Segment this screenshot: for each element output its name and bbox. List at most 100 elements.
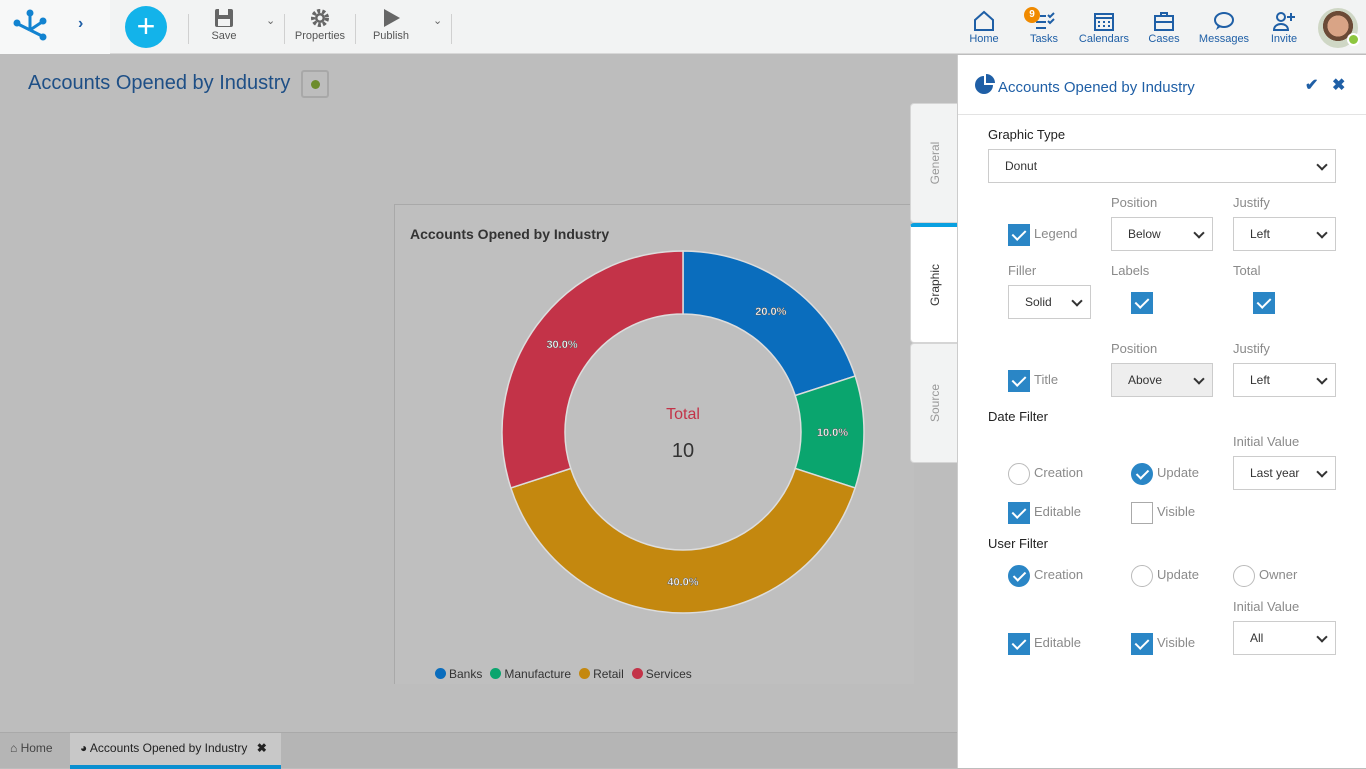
bottom-tab-bar: ⌂ Home ◕ Accounts Opened by Industry ✖ (0, 732, 957, 769)
user-visible-checkbox[interactable] (1131, 633, 1153, 655)
expand-chevron-icon[interactable]: › (78, 15, 83, 33)
slice-label: 30.0% (546, 339, 577, 351)
user-owner-label: Owner (1259, 567, 1298, 582)
donut-chart: 20.0% 10.0% 40.0% 30.0% (501, 250, 865, 614)
top-toolbar: › + Save ⌄ Properties Publish ⌄ Home Tas… (0, 0, 1366, 54)
slice-label: 40.0% (667, 577, 698, 589)
add-button[interactable]: + (125, 6, 167, 48)
total-checkbox[interactable] (1253, 292, 1275, 314)
date-update-radio[interactable] (1131, 463, 1153, 485)
graphic-type-label: Graphic Type (988, 127, 1066, 142)
nav-home[interactable]: Home (966, 10, 1002, 45)
legend-dot (631, 668, 643, 679)
close-tab-icon[interactable]: ✖ (257, 741, 267, 755)
close-icon[interactable]: ✖ (1332, 75, 1345, 95)
tab-source[interactable]: Source (910, 343, 958, 463)
user-update-label: Update (1157, 567, 1199, 582)
title-position-label: Position (1111, 341, 1158, 356)
slice-label: 10.0% (817, 427, 848, 439)
user-update-radio[interactable] (1131, 565, 1153, 587)
user-visible-label: Visible (1157, 635, 1196, 650)
center-total-label: Total (666, 406, 700, 423)
panel-header: Accounts Opened by Industry ✔ ✖ (958, 55, 1366, 115)
publish-dropdown-icon[interactable]: ⌄ (433, 14, 442, 27)
legend-label: Legend (1034, 226, 1078, 241)
date-editable-checkbox[interactable] (1008, 502, 1030, 524)
nav-invite[interactable]: Invite (1268, 10, 1300, 45)
total-label: Total (1233, 263, 1261, 278)
bottom-tab-current[interactable]: ◕ Accounts Opened by Industry ✖ (70, 733, 281, 769)
publish-button[interactable]: Publish (370, 8, 412, 42)
filler-select[interactable]: Solid (1008, 285, 1091, 319)
user-editable-label: Editable (1034, 635, 1081, 650)
date-creation-label: Creation (1034, 465, 1084, 480)
donut-slice-retail[interactable] (509, 467, 857, 614)
slice-label: 20.0% (755, 306, 786, 318)
user-filter-label: User Filter (988, 536, 1048, 551)
user-creation-label: Creation (1034, 567, 1084, 582)
logo-icon (13, 9, 47, 41)
legend-item[interactable]: Manufacture (490, 667, 571, 681)
filler-label: Filler (1008, 263, 1037, 278)
tasks-badge: 9 (1024, 7, 1040, 23)
date-initial-value-select[interactable]: Last year (1233, 456, 1336, 490)
legend-label: Banks (449, 667, 483, 681)
chat-icon (1214, 12, 1234, 30)
legend-justify-select[interactable]: Left (1233, 217, 1336, 251)
status-indicator[interactable] (301, 70, 329, 98)
legend-item[interactable]: Services (631, 667, 692, 681)
legend-dot (579, 668, 591, 679)
legend-checkbox[interactable] (1008, 224, 1030, 246)
center-total-value: 10 (671, 440, 695, 462)
panel-title: Accounts Opened by Industry (998, 79, 1195, 96)
date-update-label: Update (1157, 465, 1199, 480)
home-icon: ⌂ (10, 741, 18, 755)
chart-legend: Banks Manufacture Retail Services (435, 667, 692, 681)
briefcase-icon (1154, 12, 1174, 31)
user-editable-checkbox[interactable] (1008, 633, 1030, 655)
nav-cases[interactable]: Cases (1146, 10, 1182, 45)
pie-chart-icon: ◕ (80, 741, 88, 755)
legend-item[interactable]: Retail (579, 667, 624, 681)
tab-graphic[interactable]: Graphic (910, 223, 958, 343)
legend-label: Services (645, 667, 692, 681)
nav-messages[interactable]: Messages (1197, 10, 1251, 45)
save-dropdown-icon[interactable]: ⌄ (266, 14, 275, 27)
user-creation-radio[interactable] (1008, 565, 1030, 587)
date-editable-label: Editable (1034, 504, 1081, 519)
tab-general[interactable]: General (910, 103, 958, 223)
date-initial-value-label: Initial Value (1233, 434, 1300, 449)
calendar-icon (1094, 13, 1114, 31)
legend-label: Manufacture (504, 667, 572, 681)
date-filter-label: Date Filter (988, 409, 1048, 424)
legend-justify-label: Justify (1233, 195, 1270, 210)
invite-icon (1272, 12, 1295, 31)
title-position-select[interactable]: Above (1111, 363, 1213, 397)
legend-item[interactable]: Banks (435, 667, 482, 681)
confirm-check-icon[interactable]: ✔ (1305, 75, 1318, 95)
labels-checkbox[interactable] (1131, 292, 1153, 314)
graphic-type-select[interactable]: Donut (988, 149, 1336, 183)
properties-button[interactable]: Properties (292, 8, 348, 42)
logo[interactable]: › (0, 0, 110, 54)
legend-dot (490, 668, 502, 679)
title-justify-select[interactable]: Left (1233, 363, 1336, 397)
save-icon (215, 9, 233, 27)
date-creation-radio[interactable] (1008, 463, 1030, 485)
nav-tasks[interactable]: Tasks 9 (1024, 7, 1062, 45)
gear-icon (311, 9, 329, 27)
legend-position-select[interactable]: Below (1111, 217, 1213, 251)
nav-calendars[interactable]: Calendars (1078, 10, 1130, 45)
user-initial-value-select[interactable]: All (1233, 621, 1336, 655)
avatar[interactable] (1318, 8, 1360, 48)
donut-slice-banks[interactable] (682, 250, 857, 397)
user-owner-radio[interactable] (1233, 565, 1255, 587)
save-button[interactable]: Save (208, 8, 240, 42)
pie-chart-icon (975, 74, 995, 94)
title-checkbox[interactable] (1008, 370, 1030, 392)
bottom-tab-home[interactable]: ⌂ Home (0, 733, 63, 769)
title-justify-label: Justify (1233, 341, 1270, 356)
date-visible-checkbox[interactable] (1131, 502, 1153, 524)
legend-dot (435, 668, 446, 679)
page-title: Accounts Opened by Industry (28, 72, 291, 94)
